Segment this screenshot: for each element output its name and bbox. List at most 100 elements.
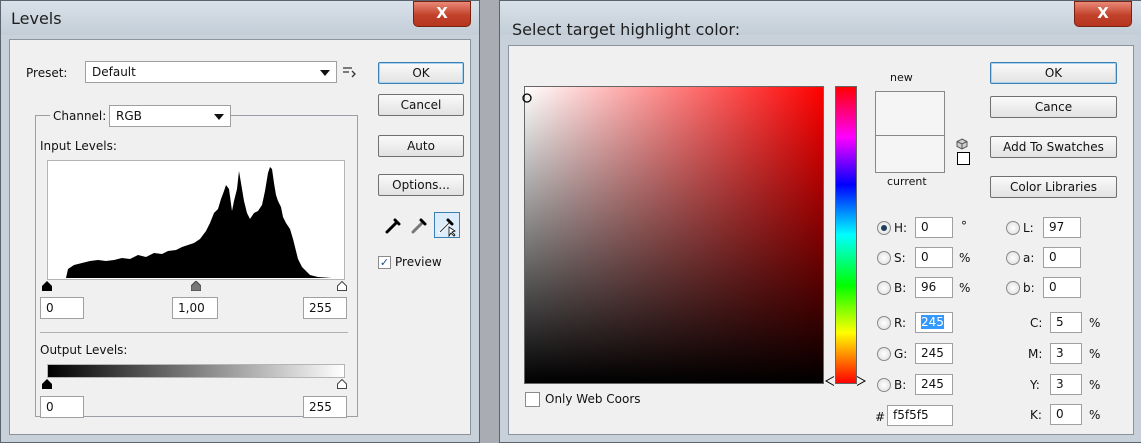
color-picker-dialog: Select target highlight color: X new cur…: [499, 0, 1141, 443]
lb-radio[interactable]: [1006, 281, 1020, 295]
m-field[interactable]: 3: [1050, 343, 1082, 364]
output-black-slider[interactable]: [42, 378, 52, 389]
ok-button[interactable]: OK: [378, 62, 464, 84]
output-gradient: [47, 364, 345, 378]
channel-value: RGB: [116, 109, 142, 123]
color-field[interactable]: [524, 86, 824, 384]
gamut-cube-icon[interactable]: [956, 138, 968, 150]
h-radio[interactable]: [877, 221, 891, 235]
h-label: H:: [894, 221, 908, 235]
a-label: a:: [1023, 251, 1035, 265]
s-unit: %: [959, 251, 971, 265]
auto-button[interactable]: Auto: [378, 135, 464, 157]
r-value: 245: [921, 315, 944, 329]
options-button[interactable]: Options...: [378, 174, 464, 196]
picker-cancel-button[interactable]: Cance: [990, 96, 1117, 118]
input-white-field[interactable]: 255: [303, 297, 347, 319]
levels-titlebar[interactable]: Levels X: [1, 1, 479, 35]
k-label: K:: [1030, 408, 1042, 422]
separator: [40, 332, 348, 333]
r-field[interactable]: 245: [915, 312, 953, 333]
levels-close-button[interactable]: X: [413, 1, 471, 27]
preview-label: Preview: [395, 255, 442, 269]
h-unit: °: [961, 219, 967, 233]
a-radio[interactable]: [1006, 251, 1020, 265]
white-eyedropper-icon[interactable]: [434, 212, 460, 238]
levels-dialog: Levels X Preset: Default Channel: RGB In…: [0, 0, 480, 443]
picker-close-button[interactable]: X: [1074, 1, 1132, 27]
b2-radio[interactable]: [877, 378, 891, 392]
picker-titlebar[interactable]: Select target highlight color: X: [500, 1, 1141, 39]
b2-field[interactable]: 245: [915, 374, 953, 395]
s-radio[interactable]: [877, 251, 891, 265]
y-label: Y:: [1030, 378, 1040, 392]
preview-checkbox[interactable]: ✓: [378, 256, 391, 269]
levels-title: Levels: [11, 9, 62, 28]
hex-field[interactable]: f5f5f5: [887, 405, 953, 426]
l-label: L:: [1023, 221, 1034, 235]
preset-menu-icon[interactable]: [342, 64, 356, 78]
input-black-slider[interactable]: [42, 280, 52, 291]
input-levels-label: Input Levels:: [40, 139, 117, 153]
preset-value: Default: [92, 65, 136, 79]
chevron-down-icon: [320, 70, 330, 76]
cancel-button[interactable]: Cancel: [378, 94, 464, 116]
b-unit: %: [959, 281, 971, 295]
output-white-field[interactable]: 255: [303, 396, 347, 418]
web-safe-swatch[interactable]: [957, 152, 970, 165]
b-field[interactable]: 96: [915, 277, 953, 298]
l-radio[interactable]: [1006, 221, 1020, 235]
gray-eyedropper-icon[interactable]: [410, 216, 428, 234]
k-field[interactable]: 0: [1050, 404, 1082, 425]
hue-arrow-right-icon[interactable]: [856, 375, 867, 386]
picker-title: Select target highlight color:: [512, 20, 741, 39]
g-field[interactable]: 245: [915, 343, 953, 364]
black-eyedropper-icon[interactable]: [384, 216, 402, 234]
output-white-slider[interactable]: [337, 378, 347, 389]
l-field[interactable]: 97: [1043, 217, 1081, 238]
a-field[interactable]: 0: [1043, 247, 1081, 268]
output-levels-label: Output Levels:: [40, 343, 128, 357]
c-field[interactable]: 5: [1050, 312, 1082, 333]
preset-label: Preset:: [26, 66, 68, 80]
b-label: B:: [894, 281, 907, 295]
hex-label: #: [875, 410, 886, 424]
output-black-field[interactable]: 0: [40, 396, 84, 418]
h-field[interactable]: 0: [915, 217, 953, 238]
channel-label: Channel:: [50, 109, 110, 123]
channel-select[interactable]: RGB: [109, 105, 231, 127]
m-label: M:: [1028, 347, 1043, 361]
c-unit: %: [1089, 316, 1101, 330]
r-radio[interactable]: [877, 316, 891, 330]
add-to-swatches-button[interactable]: Add To Swatches: [990, 136, 1117, 158]
current-label: current: [887, 175, 927, 188]
input-gamma-slider[interactable]: [190, 280, 202, 292]
current-color-swatch[interactable]: [875, 135, 945, 173]
chevron-down-icon: [214, 114, 224, 120]
picker-ok-button[interactable]: OK: [990, 62, 1117, 84]
g-radio[interactable]: [877, 347, 891, 361]
m-unit: %: [1089, 347, 1101, 361]
s-field[interactable]: 0: [915, 247, 953, 268]
c-label: C:: [1030, 316, 1043, 330]
only-web-colors-label: Only Web Coors: [545, 392, 641, 406]
s-label: S:: [894, 251, 906, 265]
b2-label: B:: [894, 378, 907, 392]
r-label: R:: [894, 316, 907, 330]
b-radio[interactable]: [877, 281, 891, 295]
y-field[interactable]: 3: [1050, 374, 1082, 395]
input-black-field[interactable]: 0: [40, 297, 84, 319]
only-web-colors-checkbox[interactable]: [525, 392, 540, 407]
k-unit: %: [1089, 408, 1101, 422]
preset-select[interactable]: Default: [85, 61, 337, 83]
hue-slider[interactable]: [835, 86, 857, 384]
picker-client: new current OK Cance Add To Swatches Col…: [508, 45, 1134, 435]
lb-field[interactable]: 0: [1043, 277, 1081, 298]
levels-client: Preset: Default Channel: RGB Input Level…: [9, 39, 471, 435]
color-libraries-button[interactable]: Color Libraries: [990, 176, 1117, 198]
y-unit: %: [1089, 378, 1101, 392]
input-gamma-field[interactable]: 1,00: [172, 297, 218, 319]
new-color-swatch: [875, 91, 945, 136]
hue-arrow-left-icon[interactable]: [824, 375, 835, 386]
input-white-slider[interactable]: [337, 280, 347, 291]
